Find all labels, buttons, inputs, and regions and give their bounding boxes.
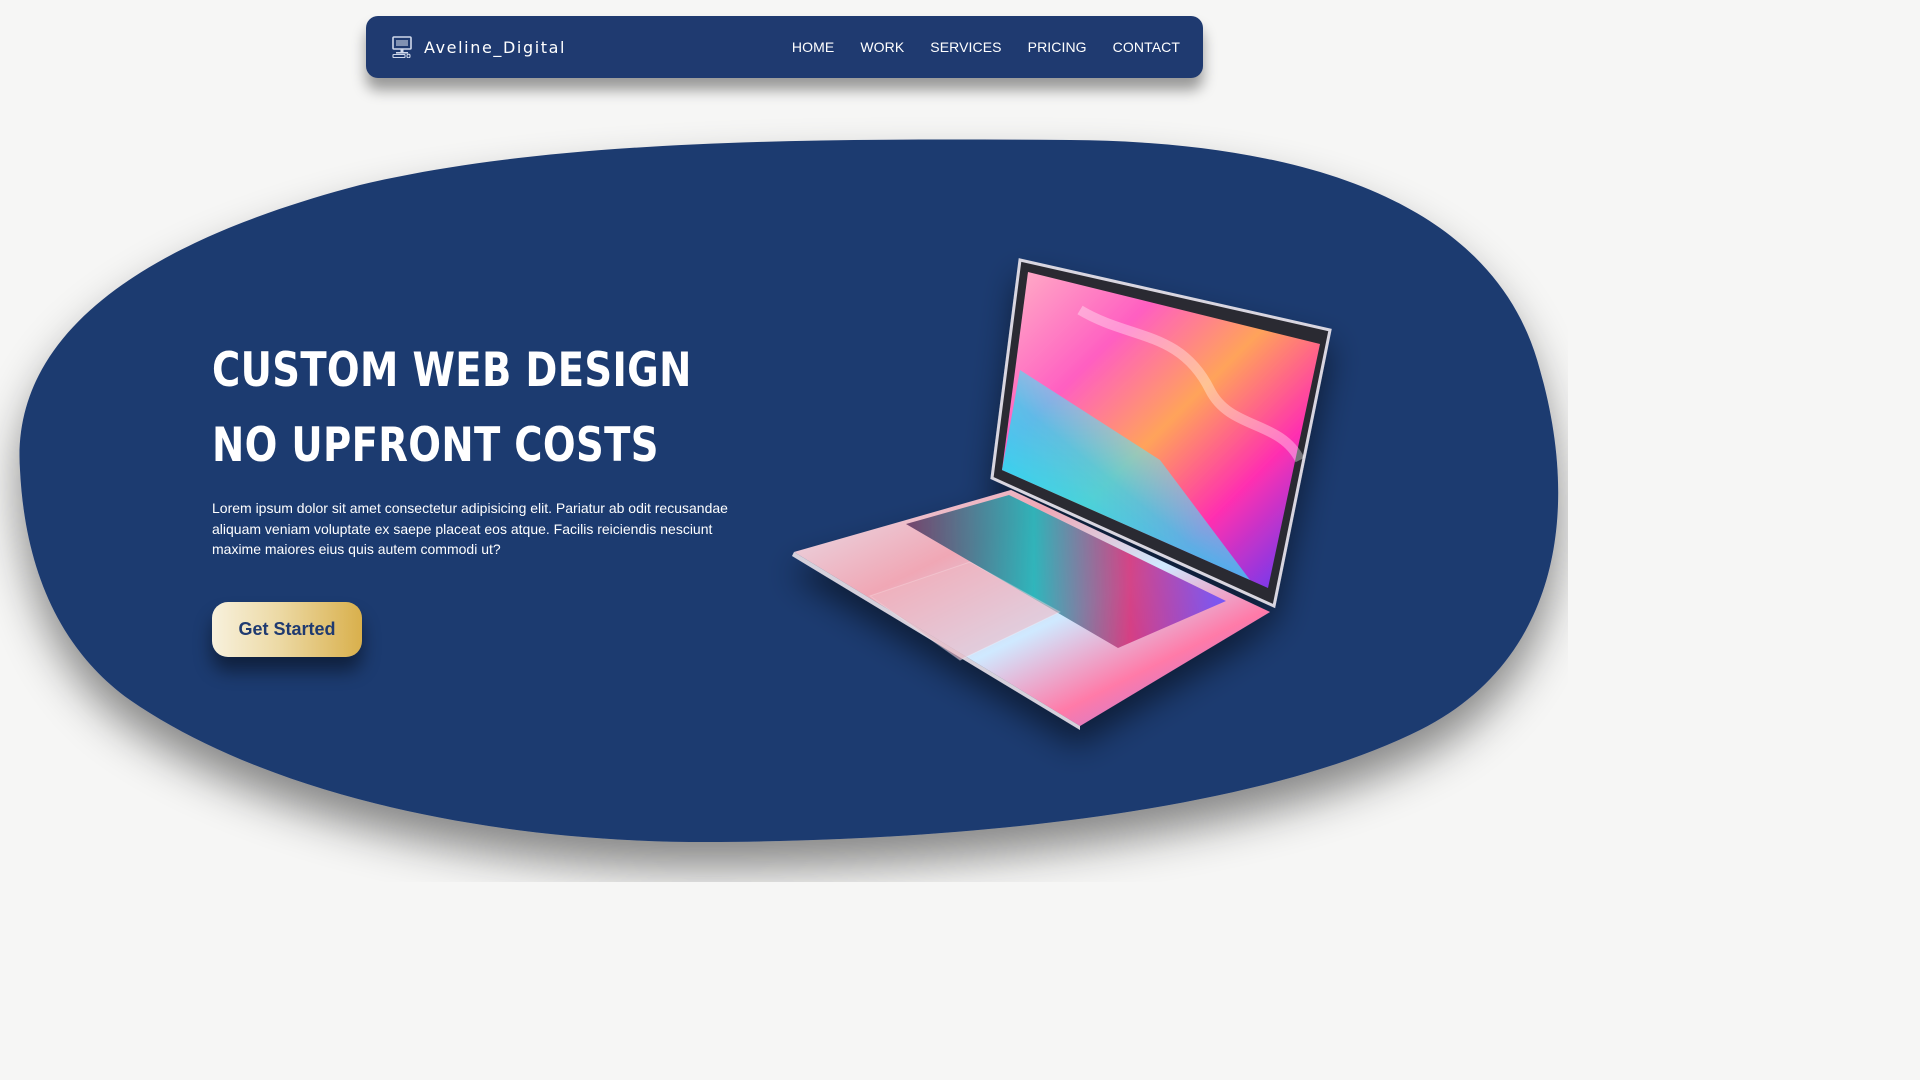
hero-title: CUSTOM WEB DESIGN NO UPFRONT COSTS — [212, 333, 691, 483]
nav-link-services[interactable]: SERVICES — [930, 39, 1001, 55]
hero-title-line-1: CUSTOM WEB DESIGN — [212, 343, 692, 398]
brand-name: Aveline_Digital — [424, 37, 567, 57]
nav-links: HOME WORK SERVICES PRICING CONTACT — [792, 16, 1180, 78]
hero-description: Lorem ipsum dolor sit amet consectetur a… — [212, 500, 728, 557]
nav-link-work[interactable]: WORK — [860, 39, 904, 55]
laptop-illustration — [792, 258, 1332, 730]
hero-content: CUSTOM WEB DESIGN NO UPFRONT COSTS Lorem… — [212, 333, 742, 657]
landing-page: Aveline_Digital HOME WORK SERVICES PRICI… — [0, 0, 1568, 882]
nav-link-home[interactable]: HOME — [792, 39, 834, 55]
desktop-computer-icon — [392, 36, 412, 58]
get-started-button[interactable]: Get Started — [212, 601, 362, 657]
navbar: Aveline_Digital HOME WORK SERVICES PRICI… — [366, 16, 1203, 78]
nav-link-pricing[interactable]: PRICING — [1028, 39, 1087, 55]
brand-logo-link[interactable]: Aveline_Digital — [392, 16, 566, 78]
hero-title-line-2: NO UPFRONT COSTS — [212, 418, 659, 473]
nav-link-contact[interactable]: CONTACT — [1113, 39, 1180, 55]
